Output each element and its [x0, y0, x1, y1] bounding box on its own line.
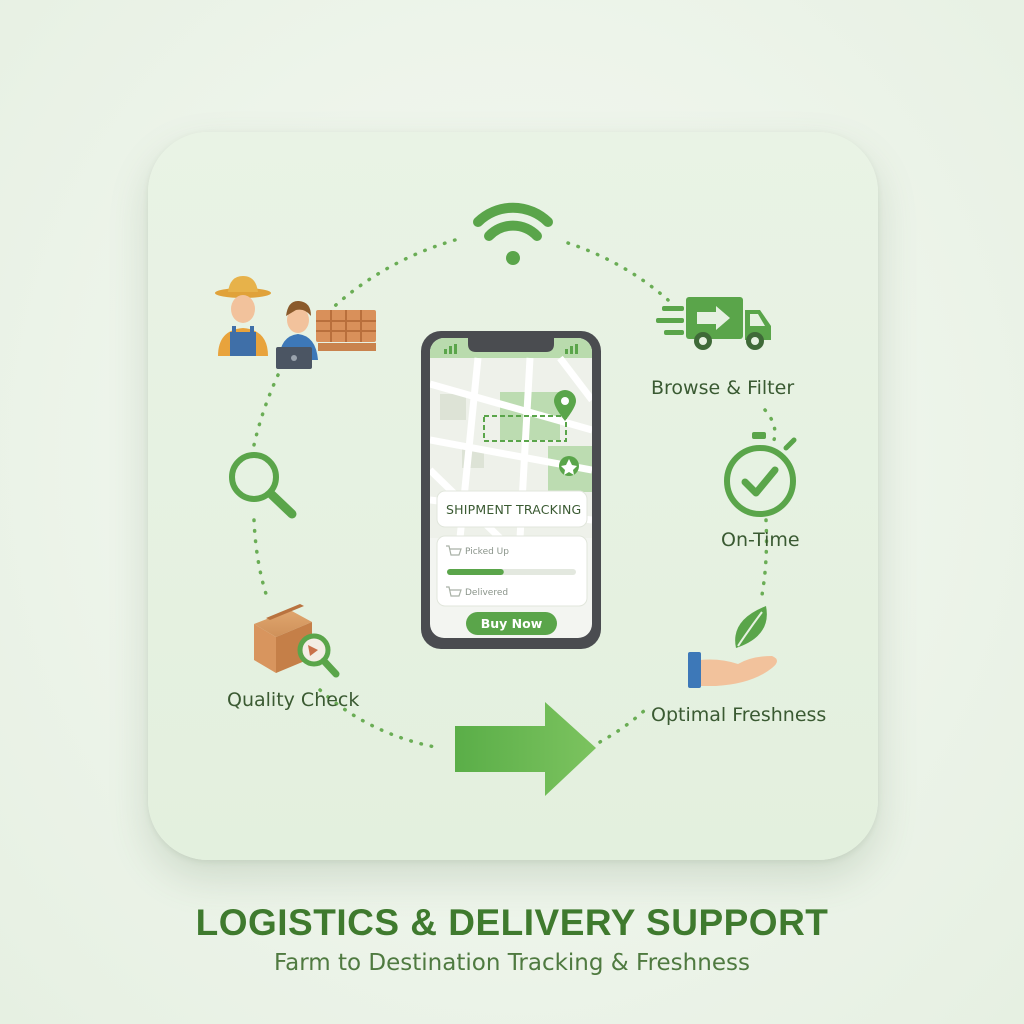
store-pin-icon [559, 456, 579, 476]
label-quality-check: Quality Check [227, 689, 360, 711]
status-picked-up: Picked Up [465, 547, 509, 557]
magnifier-icon [229, 452, 297, 519]
wifi-icon [473, 202, 553, 265]
label-optimal-freshness: Optimal Freshness [651, 704, 827, 726]
page-title: LOGISTICS & DELIVERY SUPPORT [195, 902, 829, 943]
smartphone [421, 331, 601, 649]
buy-now-button[interactable]: Buy Now [466, 612, 557, 635]
forward-arrow-icon [455, 702, 596, 796]
page-subtitle: Farm to Destination Tracking & Freshness [274, 950, 750, 976]
label-on-time: On-Time [721, 529, 800, 551]
label-browse-filter: Browse & Filter [651, 377, 795, 399]
leaf-in-hand-icon [688, 606, 777, 688]
delivery-truck-icon [656, 297, 771, 350]
box-inspection-icon [254, 604, 340, 678]
status-delivered: Delivered [465, 588, 509, 598]
progress-fill [447, 569, 504, 575]
stopwatch-check-icon [724, 432, 797, 517]
shipment-tracking-title: SHIPMENT TRACKING [446, 502, 582, 517]
